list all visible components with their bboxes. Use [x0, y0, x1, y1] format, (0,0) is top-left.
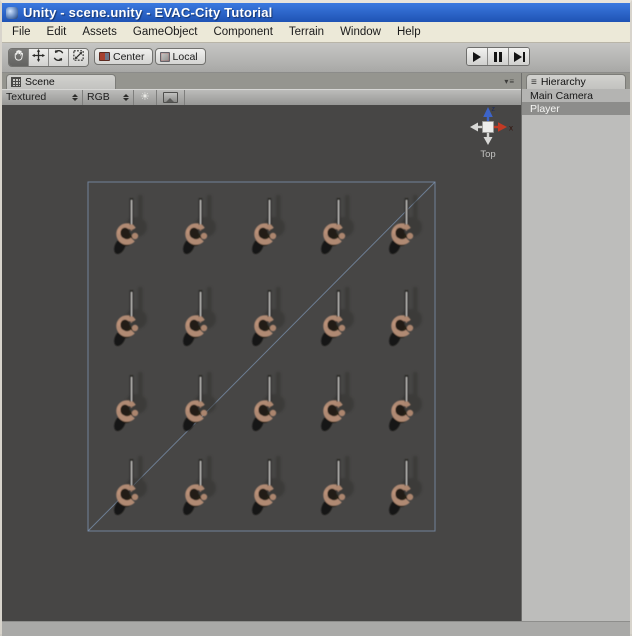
menu-item-terrain[interactable]: Terrain	[281, 24, 332, 40]
menu-item-window[interactable]: Window	[332, 24, 389, 40]
space-local-icon	[159, 51, 170, 62]
scene-orientation-gizmo[interactable]: z x Top	[470, 106, 513, 160]
menu-item-edit[interactable]: Edit	[39, 24, 75, 40]
player-soldier-sprite[interactable]	[112, 287, 147, 348]
hierarchy-pane: ≡ Hierarchy Main Camera Player	[521, 73, 630, 621]
tab-hierarchy[interactable]: ≡ Hierarchy	[526, 74, 626, 89]
play-icon	[473, 51, 481, 62]
image-icon	[162, 91, 178, 103]
player-soldier-sprite[interactable]	[181, 287, 216, 348]
pivot-space-group: Center Local	[94, 48, 206, 65]
step-icon	[513, 51, 522, 62]
gizmo-x-label: x	[509, 124, 513, 133]
player-soldier-sprite[interactable]	[250, 372, 285, 433]
hierarchy-list-icon: ≡	[531, 76, 537, 88]
color-channel-dropdown[interactable]: RGB	[83, 89, 134, 105]
scene-grid-icon	[11, 76, 21, 87]
player-soldier-sprite[interactable]	[319, 195, 354, 256]
menu-item-file[interactable]: File	[4, 24, 39, 40]
hierarchy-tab-label: Hierarchy	[540, 76, 586, 88]
player-soldier-sprite[interactable]	[112, 195, 147, 256]
scene-overlay-toggle[interactable]	[157, 89, 185, 105]
space-local-label: Local	[172, 50, 198, 63]
hand-tool-button[interactable]	[9, 49, 29, 66]
title-bar: Unity - scene.unity - EVAC-City Tutorial	[2, 3, 630, 22]
pivot-center-label: Center	[113, 50, 145, 63]
player-soldier-sprite[interactable]	[181, 372, 216, 433]
menu-item-component[interactable]: Component	[205, 24, 280, 40]
step-button[interactable]	[509, 48, 529, 65]
main-area: Scene ▾≡ Textured RGB ☀ z x Top ≡ Hierar…	[2, 73, 630, 621]
hierarchy-item-main-camera[interactable]: Main Camera	[522, 89, 630, 102]
play-button[interactable]	[467, 48, 488, 65]
player-soldier-sprite[interactable]	[319, 456, 354, 517]
color-channel-value: RGB	[87, 91, 110, 104]
transform-tool-group	[8, 48, 89, 67]
unity-app-icon	[6, 6, 18, 19]
render-mode-value: Textured	[6, 91, 47, 104]
move-tool-button[interactable]	[29, 49, 49, 66]
hierarchy-list: Main Camera Player	[522, 89, 630, 115]
scene-canvas[interactable]: z x Top	[2, 105, 521, 621]
scale-icon	[72, 49, 85, 66]
sun-icon: ☀	[140, 90, 150, 103]
hand-icon	[12, 49, 25, 66]
gizmo-view-label: Top	[480, 149, 495, 160]
player-soldier-sprite[interactable]	[112, 456, 147, 517]
menu-item-help[interactable]: Help	[389, 24, 429, 40]
player-soldier-sprite[interactable]	[387, 372, 422, 433]
scene-pane: Scene ▾≡ Textured RGB ☀ z x Top	[2, 73, 521, 621]
dropdown-arrows-icon	[72, 93, 78, 101]
player-soldier-sprite[interactable]	[250, 456, 285, 517]
dropdown-arrows-icon	[123, 93, 129, 101]
menu-bar: File Edit Assets GameObject Component Terrain…	[2, 22, 630, 43]
player-soldier-sprite[interactable]	[112, 372, 147, 433]
playback-controls	[466, 47, 530, 66]
hierarchy-empty-area[interactable]	[522, 115, 630, 621]
gizmo-z-label: z	[492, 106, 496, 113]
space-local-button[interactable]: Local	[154, 48, 206, 65]
player-soldier-sprite[interactable]	[319, 372, 354, 433]
main-toolbar: Center Local	[2, 43, 630, 73]
player-soldier-sprite[interactable]	[319, 287, 354, 348]
menu-item-assets[interactable]: Assets	[74, 24, 125, 40]
scene-viewport[interactable]: z x Top	[2, 105, 521, 621]
pane-menu-icon[interactable]: ▾≡	[504, 77, 515, 86]
player-soldier-sprite[interactable]	[250, 195, 285, 256]
hierarchy-item-player[interactable]: Player	[522, 102, 630, 115]
rotate-tool-button[interactable]	[49, 49, 69, 66]
player-soldier-sprite[interactable]	[387, 287, 422, 348]
window-title: Unity - scene.unity - EVAC-City Tutorial	[23, 5, 273, 20]
pivot-center-icon	[99, 52, 110, 61]
hierarchy-tab-strip: ≡ Hierarchy	[522, 73, 630, 89]
scene-lighting-toggle[interactable]: ☀	[134, 89, 157, 105]
unity-window: Unity - scene.unity - EVAC-City Tutorial…	[0, 0, 632, 636]
pivot-center-button[interactable]: Center	[94, 48, 153, 65]
rotate-icon	[52, 49, 65, 66]
scene-tab-label: Scene	[25, 75, 55, 88]
scale-tool-button[interactable]	[69, 49, 88, 66]
render-mode-dropdown[interactable]: Textured	[2, 89, 83, 105]
tab-scene[interactable]: Scene	[6, 73, 116, 89]
player-soldier-sprite[interactable]	[181, 195, 216, 256]
pause-icon	[494, 51, 502, 62]
move-icon	[32, 49, 45, 66]
scene-tab-strip: Scene ▾≡	[2, 73, 521, 89]
player-soldier-sprite[interactable]	[181, 456, 216, 517]
scene-view-toolbar: Textured RGB ☀	[2, 88, 521, 105]
menu-item-gameobject[interactable]: GameObject	[125, 24, 206, 40]
player-soldier-sprite[interactable]	[387, 456, 422, 517]
pause-button[interactable]	[488, 48, 509, 65]
